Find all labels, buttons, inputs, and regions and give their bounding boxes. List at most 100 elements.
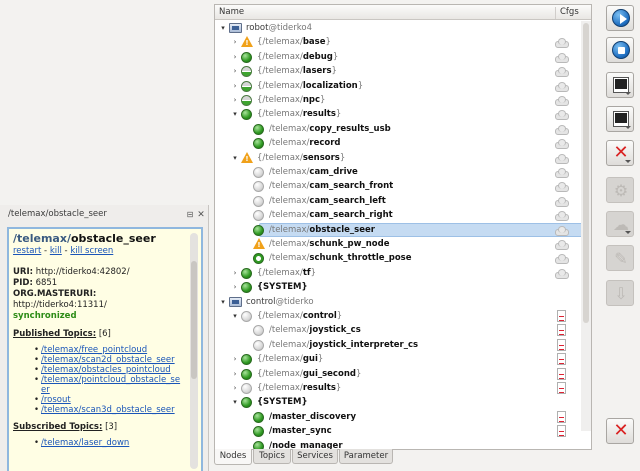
host-row[interactable]: ▾ robot@tiderko4	[215, 21, 591, 35]
info-scrollbar[interactable]	[190, 233, 198, 469]
host-row[interactable]: ▾ control@tiderko	[215, 295, 591, 309]
close-button[interactable]: ✕	[606, 418, 634, 444]
collapse-arrow-icon[interactable]: ▾	[231, 395, 239, 409]
collapse-arrow-icon[interactable]: ▾	[231, 107, 239, 121]
group-row[interactable]: ›! {/telemax/base}	[215, 35, 591, 49]
group-row[interactable]: › {/telemax/localization}	[215, 79, 591, 93]
group-row[interactable]: › {/telemax/npc}	[215, 93, 591, 107]
topic-link[interactable]: /telemax/scan3d_obstacle_seer	[41, 405, 175, 415]
dock-float-icon[interactable]: ⊟	[185, 210, 195, 220]
group-row[interactable]: ▾! {/telemax/sensors}	[215, 151, 591, 165]
group-row[interactable]: › {/telemax/lasers}	[215, 64, 591, 78]
stop-button[interactable]	[606, 37, 634, 63]
config-cloud-icon[interactable]	[555, 240, 569, 250]
terminal-button[interactable]	[606, 72, 634, 98]
node-row[interactable]: /telemax/schunk_throttle_pose	[215, 251, 591, 265]
node-row[interactable]: /telemax/copy_results_usb	[215, 122, 591, 136]
expand-arrow-icon[interactable]: ›	[231, 64, 239, 78]
config-cloud-icon[interactable]	[555, 225, 569, 236]
tab-topics[interactable]: Topics	[253, 449, 291, 464]
kill-screen-link[interactable]: kill screen	[70, 246, 113, 256]
save-button[interactable]: ⇩	[606, 280, 634, 306]
node-row[interactable]: /master_discovery	[215, 410, 591, 424]
group-row[interactable]: › {/telemax/gui_second}	[215, 367, 591, 381]
kill-link[interactable]: kill	[50, 246, 62, 256]
topic-link[interactable]: er	[41, 385, 50, 395]
config-cloud-icon[interactable]	[555, 38, 569, 49]
expand-arrow-icon[interactable]: ›	[231, 381, 239, 395]
config-cloud-icon[interactable]	[555, 124, 569, 135]
group-row[interactable]: ▾ {/telemax/control}	[215, 309, 591, 323]
expand-arrow-icon[interactable]: ›	[231, 35, 239, 49]
config-cloud-icon[interactable]	[555, 96, 569, 106]
launch-file-icon[interactable]	[557, 382, 566, 394]
clear-log-button[interactable]: ✕	[606, 140, 634, 166]
node-row[interactable]: /telemax/cam_drive	[215, 165, 591, 179]
column-header-name[interactable]: Name	[219, 7, 244, 17]
config-cloud-icon[interactable]	[555, 139, 569, 150]
tree-scrollbar-thumb[interactable]	[583, 23, 589, 323]
config-cloud-icon[interactable]	[555, 254, 569, 265]
group-row[interactable]: › {/telemax/results}	[215, 381, 591, 395]
topic-link[interactable]: /telemax/pointcloud_obstacle_se	[41, 375, 180, 385]
config-cloud-icon[interactable]	[555, 182, 569, 193]
config-cloud-icon[interactable]	[555, 52, 569, 63]
node-row[interactable]: /master_sync	[215, 424, 591, 438]
launch-file-icon[interactable]	[557, 425, 566, 438]
group-row[interactable]: › {/telemax/gui}	[215, 352, 591, 366]
launch-file-icon[interactable]	[557, 310, 566, 322]
node-row[interactable]: /telemax/obstacle_seer	[215, 222, 591, 237]
config-cloud-icon[interactable]	[555, 110, 569, 121]
collapse-arrow-icon[interactable]: ▾	[231, 309, 239, 323]
node-row[interactable]: /telemax/cam_search_left	[215, 194, 591, 208]
collapse-arrow-icon[interactable]: ▾	[231, 151, 239, 165]
node-row[interactable]: /telemax/joystick_cs	[215, 323, 591, 337]
group-row[interactable]: › {/telemax/debug}	[215, 50, 591, 64]
topic-link[interactable]: /telemax/obstacles_pointcloud	[41, 365, 171, 375]
config-cloud-icon[interactable]	[555, 81, 569, 92]
log-button[interactable]	[606, 106, 634, 132]
group-row[interactable]: › {SYSTEM}	[215, 280, 591, 294]
edit-button[interactable]: ✎	[606, 245, 634, 271]
tab-parameter[interactable]: Parameter	[339, 449, 393, 464]
group-row[interactable]: ▾ {SYSTEM}	[215, 395, 591, 409]
node-tree-view[interactable]: Name Cfgs ▾ robot@tiderko4 ›! {/telemax/bas…	[214, 4, 592, 452]
expand-arrow-icon[interactable]: ›	[231, 50, 239, 64]
group-row[interactable]: › {/telemax/tf}	[215, 266, 591, 280]
launch-file-icon[interactable]	[557, 324, 566, 337]
config-cloud-icon[interactable]	[555, 67, 569, 78]
group-row[interactable]: ▾ {/telemax/results}	[215, 107, 591, 121]
info-scrollbar-thumb[interactable]	[191, 261, 197, 379]
config-cloud-icon[interactable]	[555, 268, 569, 279]
config-cloud-icon[interactable]	[555, 168, 569, 178]
expand-arrow-icon[interactable]: ›	[231, 266, 239, 280]
collapse-arrow-icon[interactable]: ▾	[219, 295, 227, 309]
start-button[interactable]	[606, 5, 634, 31]
node-row[interactable]: /telemax/record	[215, 136, 591, 150]
tab-services[interactable]: Services	[292, 449, 338, 464]
settings-button[interactable]: ⚙	[606, 177, 634, 203]
launch-file-icon[interactable]	[557, 367, 566, 380]
collapse-arrow-icon[interactable]: ▾	[219, 21, 227, 35]
topic-link[interactable]: /telemax/laser_down	[41, 438, 129, 448]
expand-arrow-icon[interactable]: ›	[231, 280, 239, 294]
topic-link[interactable]: /rosout	[41, 395, 71, 405]
dock-close-icon[interactable]: ✕	[196, 210, 206, 220]
config-cloud-icon[interactable]	[555, 196, 569, 207]
topic-link[interactable]: /telemax/scan2d_obstacle_seer	[41, 355, 175, 365]
node-row[interactable]: /telemax/joystick_interpreter_cs	[215, 338, 591, 352]
config-cloud-icon[interactable]	[555, 153, 569, 164]
tree-scrollbar[interactable]	[581, 21, 591, 431]
launch-file-icon[interactable]	[557, 410, 566, 423]
sync-button[interactable]: ☁	[606, 211, 634, 237]
node-row[interactable]: ! /telemax/schunk_pw_node	[215, 237, 591, 251]
expand-arrow-icon[interactable]: ›	[231, 93, 239, 107]
config-cloud-icon[interactable]	[555, 211, 569, 222]
topic-link[interactable]: /telemax/free_pointcloud	[41, 345, 147, 355]
launch-file-icon[interactable]	[557, 353, 566, 366]
expand-arrow-icon[interactable]: ›	[231, 79, 239, 93]
node-row[interactable]: /telemax/cam_search_right	[215, 208, 591, 222]
column-header-cfgs[interactable]: Cfgs	[555, 7, 579, 19]
launch-file-icon[interactable]	[557, 338, 566, 351]
restart-link[interactable]: restart	[13, 246, 41, 256]
